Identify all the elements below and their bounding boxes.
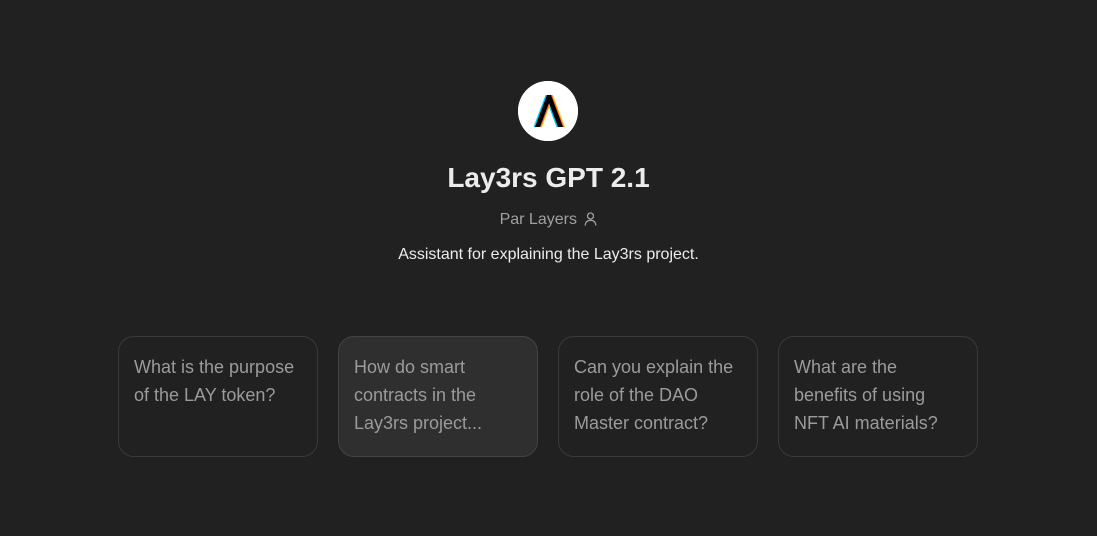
starter-card[interactable]: What are the benefits of using NFT AI ma… [778, 336, 978, 457]
lay3rs-logo-icon [518, 81, 578, 141]
gpt-avatar [518, 81, 578, 141]
person-icon [584, 211, 597, 233]
starter-card[interactable]: How do smart contracts in the Lay3rs pro… [338, 336, 538, 457]
author-label: Par Layers [499, 211, 577, 228]
gpt-landing-page: Lay3rs GPT 2.1 Par Layers Assistant for … [0, 0, 1097, 536]
gpt-name: Lay3rs GPT 2.1 [447, 162, 650, 193]
gpt-byline[interactable]: Par Layers [0, 209, 1097, 233]
starter-card[interactable]: What is the purpose of the LAY token? [118, 336, 318, 457]
starter-card[interactable]: Can you explain the role of the DAO Mast… [558, 336, 758, 457]
conversation-starters: What is the purpose of the LAY token? Ho… [118, 336, 978, 457]
gpt-description: Assistant for explaining the Lay3rs proj… [398, 246, 699, 263]
